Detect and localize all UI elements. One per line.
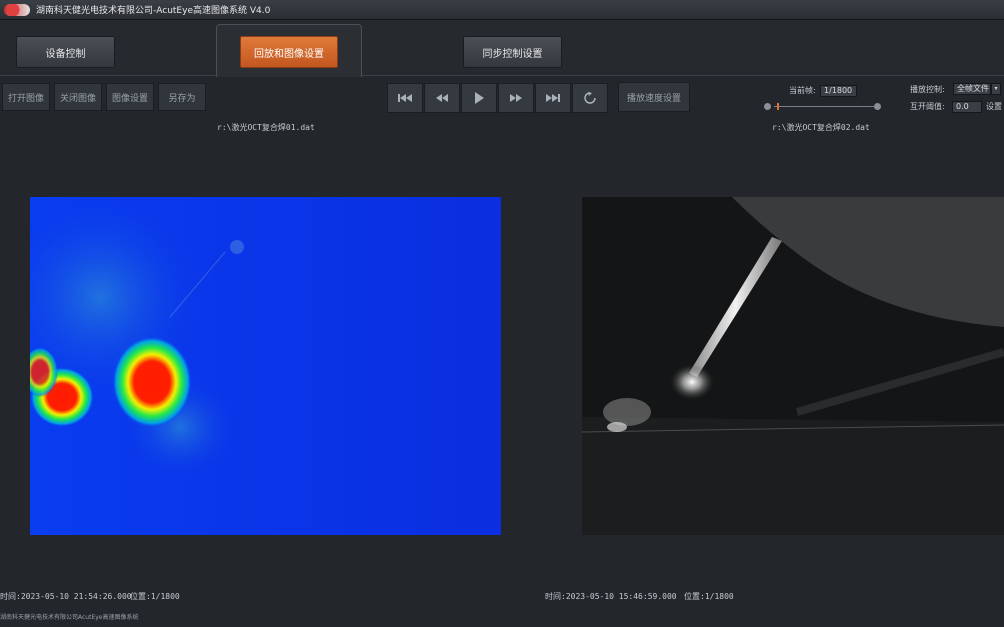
right-timestamp: 时间:2023-05-10 15:46:59.000 — [545, 592, 677, 601]
window-title: 湖南科天健光电技术有限公司-AcutEye高速图像系统 V4.0 — [36, 6, 271, 16]
threshold-field[interactable]: 0.0 — [952, 101, 982, 113]
fast-forward-button[interactable] — [498, 83, 534, 113]
play-control-label: 播放控制: — [910, 85, 945, 94]
play-control-select[interactable]: 全帧文件 — [953, 83, 991, 95]
left-file-path: r:\激光OCT复合焊01.dat — [217, 123, 315, 132]
tab-device-control[interactable]: 设备控制 — [16, 36, 115, 68]
camera-image — [582, 197, 1004, 535]
slider-thumb[interactable] — [777, 103, 779, 110]
close-image-button[interactable]: 关闭图像 — [54, 83, 102, 111]
skip-to-start-button[interactable] — [387, 83, 423, 113]
right-file-path: r:\激光OCT复合焊02.dat — [772, 123, 870, 132]
skip-to-start-icon — [398, 94, 412, 102]
tab-playback-image-settings[interactable]: 回放和图像设置 — [240, 36, 338, 68]
main-tab-bar: 设备控制 回放和图像设置 同步控制设置 — [0, 20, 1004, 77]
thermal-image-view[interactable] — [30, 197, 501, 535]
open-image-button[interactable]: 打开图像 — [2, 83, 50, 111]
chevron-down-icon[interactable]: ▾ — [991, 83, 1001, 95]
camera-image-view[interactable] — [582, 197, 1004, 535]
footer-text: 湖南科天健光电技术有限公司AcutEye高速图像系统 — [0, 614, 139, 621]
slider-end-knob[interactable] — [874, 103, 881, 110]
app-logo-icon — [4, 3, 30, 16]
frame-slider[interactable] — [764, 101, 882, 111]
thermal-image — [30, 197, 501, 535]
right-position: 位置:1/1800 — [684, 592, 734, 601]
threshold-label: 互开阈值: — [910, 102, 945, 111]
current-frame-field[interactable]: 1/1800 — [820, 85, 857, 97]
left-position: 位置:1/1800 — [130, 592, 180, 601]
skip-to-end-icon — [546, 94, 560, 102]
title-bar: 湖南科天健光电技术有限公司-AcutEye高速图像系统 V4.0 — [0, 0, 1004, 20]
loop-icon — [584, 92, 596, 104]
save-as-button[interactable]: 另存为 — [158, 83, 206, 111]
toolbar: 打开图像 关闭图像 图像设置 另存为 播放速度设置 当前帧: 1/1800 播放… — [0, 77, 1004, 119]
play-icon — [475, 92, 484, 104]
left-timestamp: 时间:2023-05-10 21:54:26.000 — [0, 592, 132, 601]
slider-track — [774, 106, 874, 107]
playback-speed-button[interactable]: 播放速度设置 — [618, 82, 690, 112]
loop-button[interactable] — [572, 83, 608, 113]
slider-start-knob[interactable] — [764, 103, 771, 110]
skip-to-end-button[interactable] — [535, 83, 571, 113]
fast-forward-icon — [510, 94, 522, 102]
image-settings-button[interactable]: 图像设置 — [106, 83, 154, 111]
play-button[interactable] — [461, 83, 497, 113]
current-frame-label: 当前帧: — [789, 86, 816, 95]
rewind-icon — [436, 94, 448, 102]
threshold-settings-link[interactable]: 设置 — [986, 101, 1002, 112]
tab-sync-control-settings[interactable]: 同步控制设置 — [463, 36, 562, 68]
rewind-button[interactable] — [424, 83, 460, 113]
